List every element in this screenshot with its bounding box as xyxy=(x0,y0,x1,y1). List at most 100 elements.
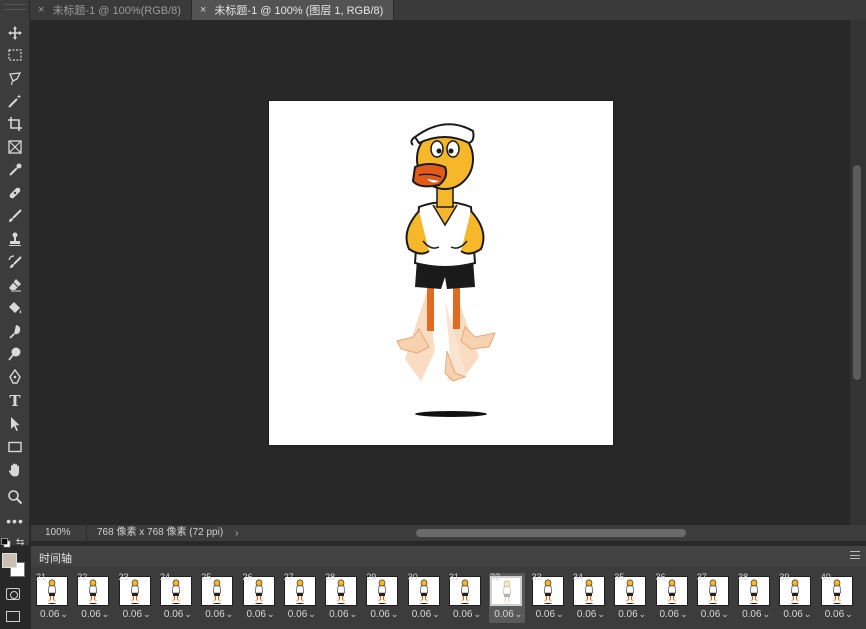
frame-delay[interactable]: 0.06⌄ xyxy=(288,609,316,620)
type-icon[interactable]: T xyxy=(5,392,25,410)
timeline-frame[interactable]: 36 0.06⌄ xyxy=(655,572,691,623)
horizontal-scroll-thumb[interactable] xyxy=(416,529,686,537)
stamp-icon[interactable] xyxy=(5,230,25,248)
dodge-icon[interactable] xyxy=(5,345,25,363)
panel-menu-icon[interactable] xyxy=(850,551,860,559)
timeline-frame[interactable]: 34 0.06⌄ xyxy=(572,572,608,623)
tab-document-1[interactable]: × 未标题-1 @ 100%(RGB/8) xyxy=(30,0,192,20)
timeline-frame[interactable]: 26 0.06⌄ xyxy=(242,572,278,623)
frame-delay[interactable]: 0.06⌄ xyxy=(577,609,605,620)
chevron-down-icon[interactable]: ⌄ xyxy=(639,609,647,619)
timeline-frame[interactable]: 28 0.06⌄ xyxy=(324,572,360,623)
zoom-level[interactable]: 100% xyxy=(31,525,87,541)
timeline-frame[interactable]: 29 0.06⌄ xyxy=(365,572,401,623)
document-canvas[interactable] xyxy=(269,101,613,445)
screen-mode-icon[interactable] xyxy=(6,611,20,622)
chevron-down-icon[interactable]: ⌄ xyxy=(308,609,316,619)
frame-icon[interactable] xyxy=(5,138,25,156)
magic-wand-icon[interactable] xyxy=(5,92,25,110)
frame-delay[interactable]: 0.06⌄ xyxy=(783,609,811,620)
frame-delay[interactable]: 0.06⌄ xyxy=(247,609,275,620)
chevron-down-icon[interactable]: ⌄ xyxy=(556,609,564,619)
chevron-down-icon[interactable]: ⌄ xyxy=(721,609,729,619)
frame-delay[interactable]: 0.06⌄ xyxy=(370,609,398,620)
close-icon[interactable]: × xyxy=(200,4,206,16)
more-tools-icon[interactable]: ••• xyxy=(5,512,25,530)
document-workspace[interactable] xyxy=(31,20,850,525)
frame-delay[interactable]: 0.06⌄ xyxy=(618,609,646,620)
frame-delay[interactable]: 0.06⌄ xyxy=(453,609,481,620)
swap-colors-icon[interactable]: ⇆ xyxy=(16,537,24,548)
chevron-down-icon[interactable]: ⌄ xyxy=(391,609,399,619)
timeline-frame[interactable]: 35 0.06⌄ xyxy=(613,572,649,623)
rectangle-icon[interactable] xyxy=(5,438,25,456)
chevron-down-icon[interactable]: ⌄ xyxy=(804,609,812,619)
frame-delay[interactable]: 0.06⌄ xyxy=(536,609,564,620)
path-select-icon[interactable] xyxy=(5,415,25,433)
marquee-icon[interactable] xyxy=(5,46,25,64)
panel-grip[interactable] xyxy=(4,4,26,10)
timeline-frame[interactable]: 21 0.06⌄ xyxy=(35,572,71,623)
chevron-down-icon[interactable]: ⌄ xyxy=(143,609,151,619)
frame-delay[interactable]: 0.06⌄ xyxy=(494,609,522,620)
timeline-frame[interactable]: 32 0.06⌄ xyxy=(489,572,526,623)
crop-icon[interactable] xyxy=(5,115,25,133)
chevron-down-icon[interactable]: ⌄ xyxy=(267,609,275,619)
horizontal-scrollbar[interactable] xyxy=(391,529,851,537)
frame-delay[interactable]: 0.06⌄ xyxy=(329,609,357,620)
timeline-frame[interactable]: 30 0.06⌄ xyxy=(407,572,443,623)
frame-delay[interactable]: 0.06⌄ xyxy=(81,609,109,620)
blur-icon[interactable] xyxy=(5,322,25,340)
timeline-frame[interactable]: 37 0.06⌄ xyxy=(696,572,732,623)
timeline-frame[interactable]: 22 0.06⌄ xyxy=(76,572,112,623)
chevron-down-icon[interactable]: ⌄ xyxy=(763,609,771,619)
timeline-frame[interactable]: 25 0.06⌄ xyxy=(200,572,236,623)
frame-delay[interactable]: 0.06⌄ xyxy=(660,609,688,620)
close-icon[interactable]: × xyxy=(38,4,44,16)
frame-delay[interactable]: 0.06⌄ xyxy=(164,609,192,620)
frame-delay[interactable]: 0.06⌄ xyxy=(40,609,68,620)
chevron-down-icon[interactable]: ⌄ xyxy=(597,609,605,619)
frame-delay[interactable]: 0.06⌄ xyxy=(701,609,729,620)
brush-icon[interactable] xyxy=(5,207,25,225)
timeline-frame[interactable]: 38 0.06⌄ xyxy=(737,572,773,623)
eyedropper-icon[interactable] xyxy=(5,161,25,179)
timeline-frame[interactable]: 23 0.06⌄ xyxy=(118,572,154,623)
quick-mask-icon[interactable] xyxy=(6,588,20,600)
pen-icon[interactable] xyxy=(5,368,25,386)
foreground-color-swatch[interactable] xyxy=(2,553,17,568)
frame-delay[interactable]: 0.06⌄ xyxy=(825,609,853,620)
tab-document-2[interactable]: × 未标题-1 @ 100% (图层 1, RGB/8) xyxy=(191,0,395,20)
vertical-scrollbar[interactable] xyxy=(850,20,866,525)
hand-icon[interactable] xyxy=(5,461,25,479)
chevron-down-icon[interactable]: ⌄ xyxy=(845,609,853,619)
chevron-down-icon[interactable]: ⌄ xyxy=(60,609,68,619)
chevron-down-icon[interactable]: ⌄ xyxy=(473,609,481,619)
frame-delay[interactable]: 0.06⌄ xyxy=(123,609,151,620)
timeline-frame[interactable]: 39 0.06⌄ xyxy=(778,572,814,623)
timeline-frame[interactable]: 40 0.06⌄ xyxy=(820,572,856,623)
chevron-down-icon[interactable]: ⌄ xyxy=(432,609,440,619)
healing-icon[interactable] xyxy=(5,184,25,202)
lasso-icon[interactable] xyxy=(5,69,25,87)
paint-bucket-icon[interactable] xyxy=(5,299,25,317)
chevron-down-icon[interactable]: ⌄ xyxy=(515,609,523,619)
timeline-frame[interactable]: 33 0.06⌄ xyxy=(531,572,567,623)
chevron-down-icon[interactable]: ⌄ xyxy=(226,609,234,619)
chevron-down-icon[interactable]: ⌄ xyxy=(184,609,192,619)
history-brush-icon[interactable] xyxy=(5,253,25,271)
chevron-down-icon[interactable]: ⌄ xyxy=(102,609,110,619)
zoom-icon[interactable] xyxy=(5,488,25,506)
timeline-frame[interactable]: 24 0.06⌄ xyxy=(159,572,195,623)
vertical-scroll-thumb[interactable] xyxy=(853,165,861,380)
timeline-frame[interactable]: 27 0.06⌄ xyxy=(283,572,319,623)
timeline-frame[interactable]: 31 0.06⌄ xyxy=(448,572,484,623)
eraser-icon[interactable] xyxy=(5,276,25,294)
chevron-down-icon[interactable]: ⌄ xyxy=(680,609,688,619)
frame-delay[interactable]: 0.06⌄ xyxy=(742,609,770,620)
chevron-down-icon[interactable]: ⌄ xyxy=(350,609,358,619)
frame-delay[interactable]: 0.06⌄ xyxy=(205,609,233,620)
default-colors-icon[interactable] xyxy=(1,538,11,548)
frame-delay[interactable]: 0.06⌄ xyxy=(412,609,440,620)
status-menu-arrow[interactable]: › xyxy=(235,528,238,539)
